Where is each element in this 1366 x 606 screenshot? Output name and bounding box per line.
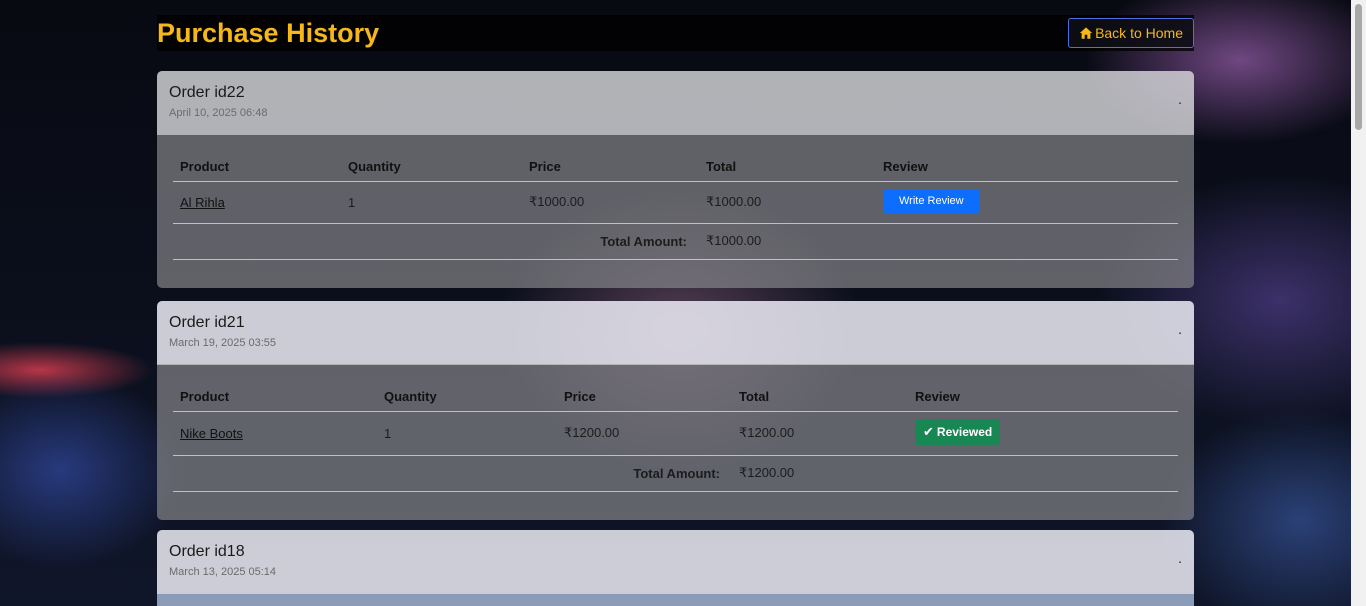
order-title: Order id21 <box>169 314 245 331</box>
order-date: March 19, 2025 03:55 <box>169 337 277 349</box>
column-header-review: Review <box>908 381 1178 412</box>
order-title: Order id18 <box>169 543 245 560</box>
home-icon <box>1079 27 1093 39</box>
column-header-quantity: Quantity <box>341 151 522 182</box>
product-cell: Al Rihla <box>173 181 341 224</box>
price-cell: ₹1200.00 <box>557 411 732 456</box>
order-items-table: Product Quantity Price Total Review Al R… <box>173 151 1178 260</box>
order-date: March 13, 2025 05:14 <box>169 566 277 578</box>
table-row: Al Rihla 1 ₹1000.00 ₹1000.00 Write Revie… <box>173 181 1178 224</box>
back-to-home-label: Back to Home <box>1095 25 1183 41</box>
order-card-header: Order id18 March 13, 2025 05:14 . <box>157 530 1194 593</box>
product-link[interactable]: Al Rihla <box>180 195 225 210</box>
order-card-body: Product Quantity Price Total Review Nike… <box>157 364 1194 520</box>
check-icon: ✔ <box>923 424 934 439</box>
column-header-product: Product <box>173 381 377 412</box>
column-header-review: Review <box>876 151 1178 182</box>
price-cell: ₹1000.00 <box>522 181 699 224</box>
order-card-body: Product Quantity Price Total Review Al R… <box>157 134 1194 288</box>
column-header-total: Total <box>732 381 908 412</box>
order-card: Order id22 April 10, 2025 06:48 . Produc… <box>157 71 1194 288</box>
order-items-table: Product Quantity Price Total Review Nike… <box>173 381 1178 492</box>
order-card: Order id18 March 13, 2025 05:14 . <box>157 530 1194 606</box>
vertical-scrollbar[interactable] <box>1351 0 1366 606</box>
order-card-header: Order id22 April 10, 2025 06:48 . <box>157 71 1194 134</box>
table-header-row: Product Quantity Price Total Review <box>173 381 1178 412</box>
total-cell: ₹1200.00 <box>732 411 908 456</box>
column-header-quantity: Quantity <box>377 381 557 412</box>
page-header: Purchase History Back to Home <box>157 15 1194 51</box>
total-amount-value: ₹1200.00 <box>732 455 1178 492</box>
reviewed-label: Reviewed <box>936 425 993 439</box>
column-header-total: Total <box>699 151 876 182</box>
reviewed-badge: ✔ Reviewed <box>915 419 1001 445</box>
quantity-cell: 1 <box>341 181 522 224</box>
total-amount-label: Total Amount: <box>173 455 732 492</box>
back-to-home-button[interactable]: Back to Home <box>1068 18 1194 48</box>
product-cell: Nike Boots <box>173 411 377 456</box>
quantity-cell: 1 <box>377 411 557 456</box>
order-date: April 10, 2025 06:48 <box>169 107 268 119</box>
order-card-header: Order id21 March 19, 2025 03:55 . <box>157 301 1194 364</box>
column-header-product: Product <box>173 151 341 182</box>
table-row: Nike Boots 1 ₹1200.00 ₹1200.00 ✔ Reviewe… <box>173 411 1178 456</box>
total-amount-label: Total Amount: <box>173 223 699 260</box>
product-link[interactable]: Nike Boots <box>180 426 243 441</box>
order-card: Order id21 March 19, 2025 03:55 . Produc… <box>157 301 1194 520</box>
write-review-button[interactable]: Write Review <box>883 189 980 213</box>
column-header-price: Price <box>522 151 699 182</box>
order-header-dot: . <box>1178 321 1182 337</box>
review-cell: Write Review <box>876 181 1178 224</box>
order-header-dot: . <box>1178 91 1182 107</box>
review-cell: ✔ Reviewed <box>908 411 1178 456</box>
total-amount-value: ₹1000.00 <box>699 223 1178 260</box>
order-header-dot: . <box>1178 550 1182 566</box>
order-title: Order id22 <box>169 84 245 101</box>
total-amount-row: Total Amount: ₹1200.00 <box>173 455 1178 492</box>
page-title: Purchase History <box>157 18 380 48</box>
table-header-row: Product Quantity Price Total Review <box>173 151 1178 182</box>
total-amount-row: Total Amount: ₹1000.00 <box>173 223 1178 260</box>
column-header-price: Price <box>557 381 732 412</box>
order-card-body <box>157 593 1194 606</box>
total-cell: ₹1000.00 <box>699 181 876 224</box>
scrollbar-thumb[interactable] <box>1355 4 1362 130</box>
